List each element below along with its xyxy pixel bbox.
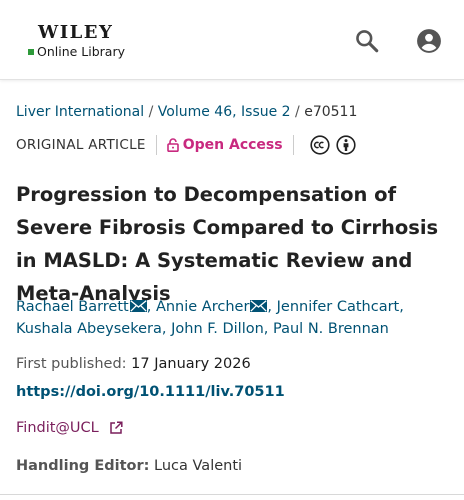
editor-label: Handling Editor: (16, 458, 150, 474)
breadcrumb-article-id: e70511 (304, 104, 358, 120)
logo-online-library: Online Library (28, 44, 125, 59)
email-icon[interactable] (250, 300, 268, 312)
article-meta: ORIGINAL ARTICLE Open Access (16, 134, 356, 156)
author-link[interactable]: Jennifer Cathcart (277, 299, 400, 315)
search-icon[interactable] (354, 28, 380, 54)
breadcrumb-journal[interactable]: Liver International (16, 104, 144, 120)
editor-name: Luca Valenti (154, 458, 243, 474)
findit-link[interactable]: Findit@UCL (16, 420, 123, 436)
wiley-online-library-logo[interactable]: WILEY Online Library (28, 24, 125, 59)
logo-online-library-text: Online Library (37, 44, 126, 59)
external-link-icon (110, 421, 123, 434)
breadcrumb-separator: / (290, 104, 305, 120)
divider (292, 135, 294, 155)
author-link[interactable]: Annie Archer (156, 299, 249, 315)
breadcrumb-volume[interactable]: Volume 46, Issue 2 (158, 104, 291, 120)
open-access-label: Open Access (182, 137, 283, 153)
logo-square-icon (28, 48, 34, 55)
author-link[interactable]: Kushala Abeysekera (16, 321, 162, 337)
findit-label: Findit@UCL (16, 420, 99, 436)
breadcrumb: Liver International / Volume 46, Issue 2… (16, 104, 357, 120)
article-title: Progression to Decompensation of Severe … (16, 183, 439, 305)
cc-icon[interactable] (309, 135, 330, 155)
author-link[interactable]: Rachael Barrett (16, 299, 129, 315)
lock-open-icon (166, 138, 179, 152)
site-header: WILEY Online Library (0, 0, 464, 80)
published-date: 17 January 2026 (131, 356, 251, 372)
article-type: ORIGINAL ARTICLE (16, 137, 146, 153)
handling-editor: Handling Editor: Luca Valenti (16, 458, 242, 474)
by-icon[interactable] (335, 135, 356, 155)
logo-wiley-text: WILEY (38, 22, 114, 43)
author-link[interactable]: John F. Dillon (171, 321, 264, 337)
published-label: First published: (16, 356, 127, 372)
open-access-link[interactable]: Open Access (166, 137, 283, 153)
email-icon[interactable] (129, 300, 147, 312)
first-published: First published: 17 January 2026 (16, 356, 251, 372)
divider (155, 135, 157, 155)
author-link[interactable]: Paul N. Brennan (273, 321, 389, 337)
doi-link[interactable]: https://doi.org/10.1111/liv.70511 (16, 384, 285, 400)
author-list: Rachael Barrett, Annie Archer, Jennifer … (16, 299, 404, 337)
breadcrumb-separator: / (144, 104, 158, 120)
divider (0, 494, 464, 495)
account-icon[interactable] (416, 28, 442, 54)
